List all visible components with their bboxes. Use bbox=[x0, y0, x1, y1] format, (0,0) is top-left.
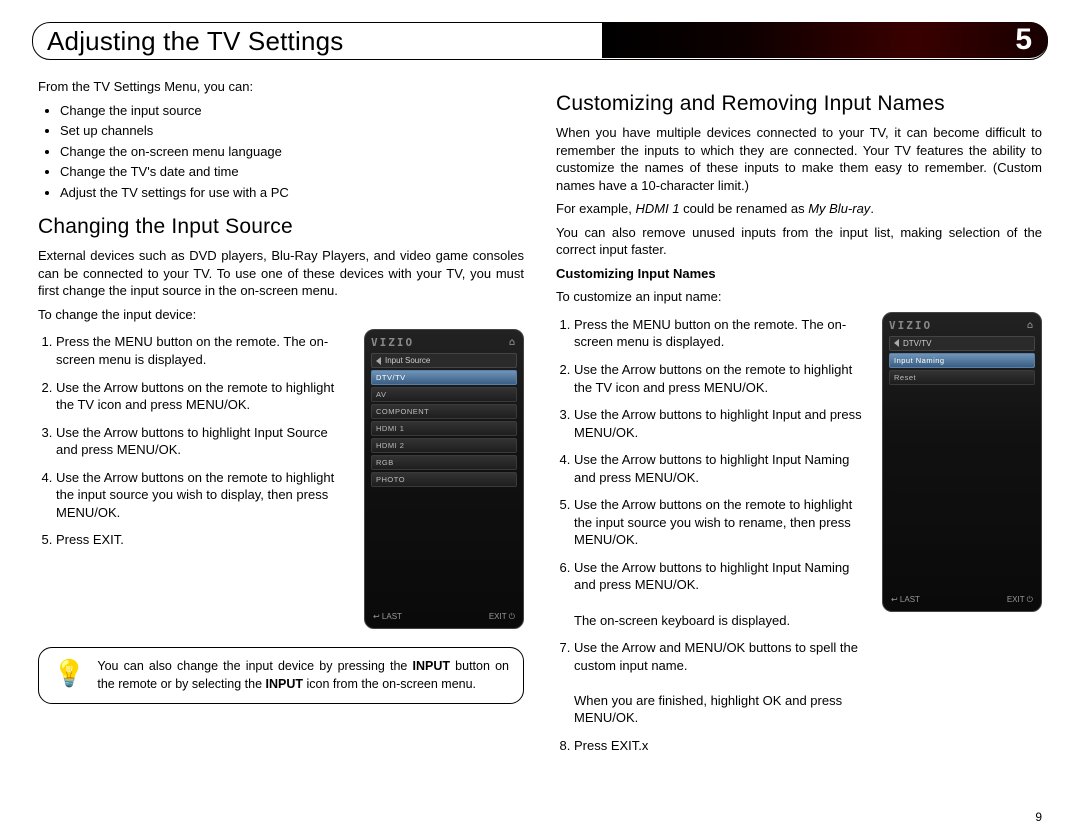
chapter-number: 5 bbox=[1015, 23, 1032, 57]
step-item: Use the Arrow buttons to highlight Input… bbox=[574, 406, 868, 441]
tv-menu-header: DTV/TV bbox=[889, 336, 1035, 351]
paragraph: When you have multiple devices connected… bbox=[556, 124, 1042, 194]
tv-logo-row: VIZIO ⌂ bbox=[889, 319, 1035, 332]
step-item: Use the Arrow buttons to highlight Input… bbox=[574, 451, 868, 486]
ordered-steps: Press the MENU button on the remote. The… bbox=[574, 316, 868, 764]
right-column: Customizing and Removing Input Names Whe… bbox=[556, 78, 1042, 770]
tv-screenshot-input-source: VIZIO ⌂ Input Source DTV/TV AV COMPONENT… bbox=[364, 329, 524, 629]
title-bar: Adjusting the TV Settings 5 bbox=[32, 22, 1048, 58]
lightbulb-icon: 💡 bbox=[53, 660, 85, 686]
bullet-item: Change the input source bbox=[60, 102, 524, 120]
step-item: Use the Arrow buttons on the remote to h… bbox=[574, 361, 868, 396]
left-column: From the TV Settings Menu, you can: Chan… bbox=[38, 78, 524, 770]
step-item: Use the Arrow and MENU/OK buttons to spe… bbox=[574, 639, 868, 727]
bullet-item: Set up channels bbox=[60, 122, 524, 140]
tv-foot-right: EXIT ⏻ bbox=[1007, 595, 1033, 605]
step-item: Use the Arrow buttons to highlight Input… bbox=[574, 559, 868, 629]
tv-menu-item: PHOTO bbox=[371, 472, 517, 487]
steps-with-screenshot: Press the MENU button on the remote. The… bbox=[38, 329, 524, 629]
intro-text: From the TV Settings Menu, you can: bbox=[38, 78, 524, 96]
tv-menu-item: DTV/TV bbox=[371, 370, 517, 385]
step-item: Press the MENU button on the remote. The… bbox=[56, 333, 350, 368]
page-title: Adjusting the TV Settings bbox=[47, 26, 343, 57]
section-heading: Changing the Input Source bbox=[38, 215, 524, 239]
sub-heading: Customizing Input Names bbox=[556, 265, 1042, 283]
step-item: Use the Arrow buttons on the remote to h… bbox=[574, 496, 868, 549]
bullet-item: Adjust the TV settings for use with a PC bbox=[60, 184, 524, 202]
home-icon: ⌂ bbox=[1027, 320, 1035, 331]
tv-menu-title: DTV/TV bbox=[903, 339, 931, 348]
tv-footer: ↩ LAST EXIT ⏻ bbox=[889, 593, 1035, 605]
steps-with-screenshot: Press the MENU button on the remote. The… bbox=[556, 312, 1042, 770]
tv-menu-item: COMPONENT bbox=[371, 404, 517, 419]
tv-menu-item: AV bbox=[371, 387, 517, 402]
tv-logo-row: VIZIO ⌂ bbox=[371, 336, 517, 349]
step-item: Use the Arrow buttons on the remote to h… bbox=[56, 379, 350, 414]
tip-callout: 💡 You can also change the input device b… bbox=[38, 647, 524, 704]
paragraph: For example, HDMI 1 could be renamed as … bbox=[556, 200, 1042, 218]
page-number: 9 bbox=[1035, 810, 1042, 824]
section-heading: Customizing and Removing Input Names bbox=[556, 92, 1042, 116]
bullet-list: Change the input source Set up channels … bbox=[60, 102, 524, 202]
bullet-item: Change the on-screen menu language bbox=[60, 143, 524, 161]
home-icon: ⌂ bbox=[509, 337, 517, 348]
tip-text: You can also change the input device by … bbox=[97, 658, 509, 693]
tv-foot-left: ↩ LAST bbox=[373, 612, 402, 622]
tv-foot-left: ↩ LAST bbox=[891, 595, 920, 605]
tv-foot-right: EXIT ⏻ bbox=[489, 612, 515, 622]
tv-menu-item: Reset bbox=[889, 370, 1035, 385]
chapter-badge: 5 bbox=[602, 22, 1048, 58]
paragraph: You can also remove unused inputs from t… bbox=[556, 224, 1042, 259]
tv-logo: VIZIO bbox=[371, 336, 414, 349]
step-item: Use the Arrow buttons to highlight Input… bbox=[56, 424, 350, 459]
tv-menu-item: HDMI 1 bbox=[371, 421, 517, 436]
tv-screenshot-input-naming: VIZIO ⌂ DTV/TV Input Naming Reset ↩ LAST… bbox=[882, 312, 1042, 612]
manual-page: Adjusting the TV Settings 5 From the TV … bbox=[0, 0, 1080, 834]
tv-menu-item: HDMI 2 bbox=[371, 438, 517, 453]
step-item: Use the Arrow buttons on the remote to h… bbox=[56, 469, 350, 522]
tv-menu-title: Input Source bbox=[385, 356, 430, 365]
bullet-item: Change the TV's date and time bbox=[60, 163, 524, 181]
step-item: Press EXIT. bbox=[56, 531, 350, 549]
back-triangle-icon bbox=[376, 357, 381, 365]
back-triangle-icon bbox=[894, 339, 899, 347]
paragraph: To customize an input name: bbox=[556, 288, 1042, 306]
step-item: Press the MENU button on the remote. The… bbox=[574, 316, 868, 351]
paragraph: External devices such as DVD players, Bl… bbox=[38, 247, 524, 300]
tv-logo: VIZIO bbox=[889, 319, 932, 332]
columns: From the TV Settings Menu, you can: Chan… bbox=[38, 78, 1042, 770]
tv-footer: ↩ LAST EXIT ⏻ bbox=[371, 610, 517, 622]
tv-menu-header: Input Source bbox=[371, 353, 517, 368]
ordered-steps: Press the MENU button on the remote. The… bbox=[56, 333, 350, 558]
paragraph: To change the input device: bbox=[38, 306, 524, 324]
tv-menu-item: Input Naming bbox=[889, 353, 1035, 368]
step-item: Press EXIT.x bbox=[574, 737, 868, 755]
tv-menu-item: RGB bbox=[371, 455, 517, 470]
